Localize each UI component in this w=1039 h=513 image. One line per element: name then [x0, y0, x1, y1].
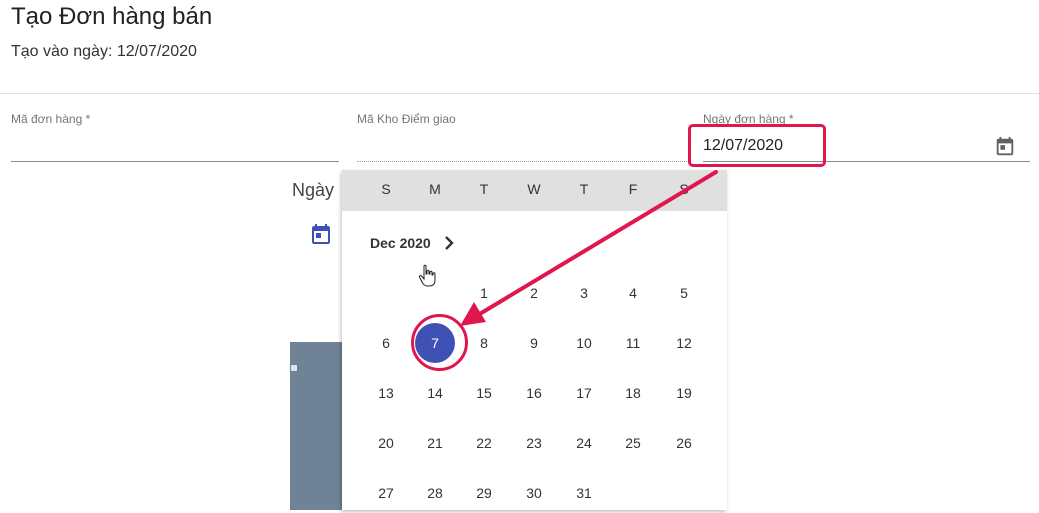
calendar-day[interactable]: 19 [664, 373, 704, 413]
calendar-day-selected[interactable]: 7 [415, 323, 455, 363]
calendar-day[interactable]: 2 [514, 273, 554, 313]
calendar-day[interactable]: 26 [664, 423, 704, 463]
calendar-day[interactable]: 15 [464, 373, 504, 413]
weekday-label: T [579, 181, 589, 197]
calendar-day[interactable]: 18 [613, 373, 653, 413]
calendar-day[interactable]: 17 [564, 373, 604, 413]
hand-cursor-icon [418, 264, 438, 288]
calendar-day[interactable]: 27 [366, 473, 406, 513]
calendar-day[interactable]: 22 [464, 423, 504, 463]
background-panel-mark [291, 365, 297, 371]
calendar-day[interactable]: 5 [664, 273, 704, 313]
header-divider [0, 93, 1039, 94]
calendar-day[interactable]: 8 [464, 323, 504, 363]
calendar-icon [309, 223, 333, 247]
weekday-label: F [628, 181, 638, 197]
month-label[interactable]: Dec 2020 [370, 235, 431, 251]
order-code-label: Mã đơn hàng * [11, 112, 91, 126]
page-subtitle: Tạo vào ngày: 12/07/2020 [11, 43, 197, 60]
background-label: Ngày [292, 180, 335, 200]
calendar-day[interactable]: 16 [514, 373, 554, 413]
weekday-label: T [479, 181, 489, 197]
calendar-day[interactable]: 9 [514, 323, 554, 363]
calendar-day[interactable]: 1 [464, 273, 504, 313]
calendar-day[interactable]: 29 [464, 473, 504, 513]
calendar-day[interactable]: 20 [366, 423, 406, 463]
calendar-day[interactable]: 30 [514, 473, 554, 513]
background-panel [290, 342, 342, 510]
calendar-day[interactable]: 11 [613, 323, 653, 363]
weekday-label: S [679, 181, 689, 197]
calendar-icon[interactable] [994, 136, 1016, 158]
weekday-label: W [527, 181, 541, 197]
calendar-day[interactable]: 24 [564, 423, 604, 463]
calendar-day[interactable]: 4 [613, 273, 653, 313]
calendar-day[interactable]: 14 [415, 373, 455, 413]
warehouse-input[interactable] [357, 161, 687, 162]
warehouse-label: Mã Kho Điểm giao [357, 112, 456, 126]
weekday-header: S M T W T F S [342, 170, 727, 211]
date-picker-popup: S M T W T F S Dec 2020 1 2 3 4 5 6 7 8 9… [342, 170, 727, 510]
calendar-day[interactable]: 21 [415, 423, 455, 463]
calendar-day[interactable]: 6 [366, 323, 406, 363]
calendar-day[interactable]: 10 [564, 323, 604, 363]
page-title: Tạo Đơn hàng bán [11, 3, 213, 30]
calendar-day[interactable]: 23 [514, 423, 554, 463]
order-code-input[interactable] [11, 161, 339, 162]
calendar-day[interactable]: 12 [664, 323, 704, 363]
calendar-day[interactable]: 25 [613, 423, 653, 463]
weekday-label: M [429, 181, 441, 197]
calendar-day[interactable]: 13 [366, 373, 406, 413]
chevron-right-icon[interactable] [442, 234, 458, 252]
calendar-day[interactable]: 3 [564, 273, 604, 313]
date-field-highlight [688, 124, 826, 167]
calendar-day[interactable]: 28 [415, 473, 455, 513]
weekday-label: S [381, 181, 391, 197]
calendar-day[interactable]: 31 [564, 473, 604, 513]
